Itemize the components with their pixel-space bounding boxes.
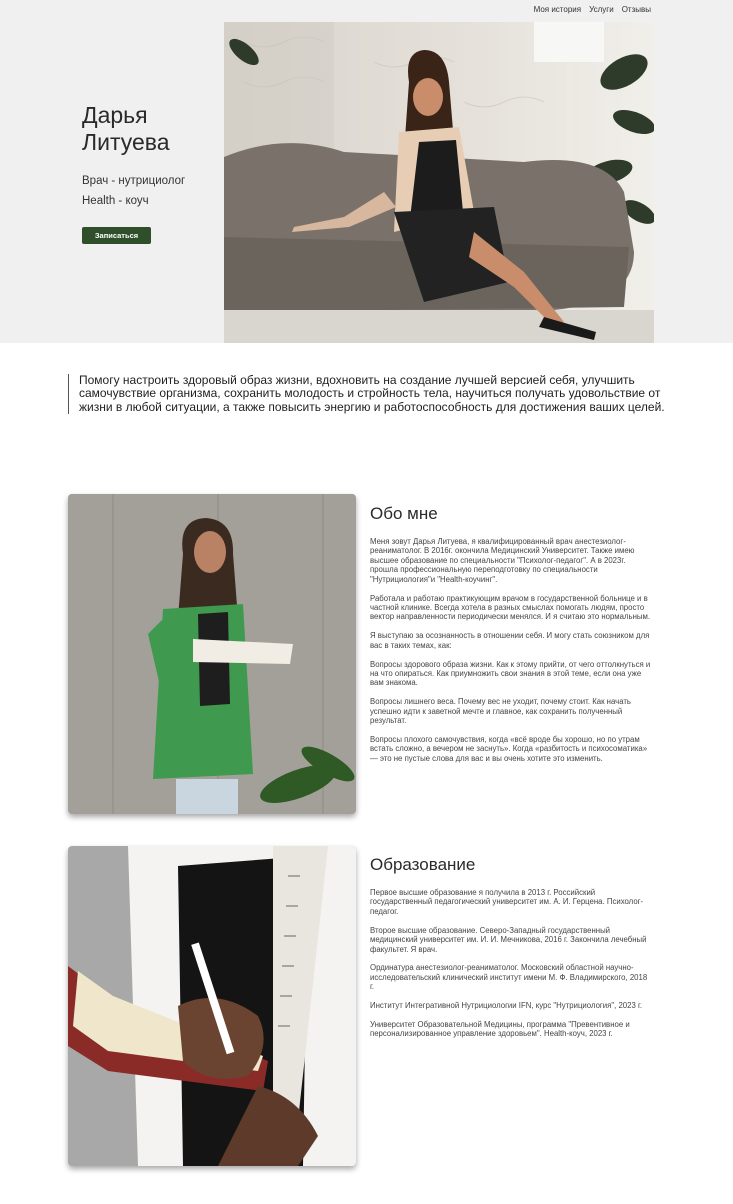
hero-photo <box>224 22 654 343</box>
mission-quote: Помогу настроить здоровый образ жизни, в… <box>68 373 679 415</box>
about-text: Меня зовут Дарья Литуева, я квалифициров… <box>370 537 652 773</box>
hero-role-coach: Health - коуч <box>82 195 149 207</box>
hero-role-nutritionist: Врач - нутрициолог <box>82 175 186 187</box>
education-photo <box>68 846 356 1166</box>
nav-link-reviews[interactable]: Отзывы <box>622 5 651 14</box>
nav-link-services[interactable]: Услуги <box>589 5 614 14</box>
nav-link-my-story[interactable]: Моя история <box>534 5 582 14</box>
about-title: Обо мне <box>370 504 438 523</box>
education-paragraph: Институт Интегративной Нутрициологии IFN… <box>370 1001 643 1011</box>
about-paragraph: Вопросы плохого самочувствия, когда «всё… <box>370 735 648 763</box>
about-photo <box>68 494 356 814</box>
about-paragraph: Вопросы здорового образа жизни. Как к эт… <box>370 659 651 688</box>
hero-name-first: Дарья <box>82 102 148 128</box>
hero-name: Дарья Литуева <box>82 102 170 156</box>
about-paragraph: Работала и работаю практикующим врачом в… <box>370 593 651 622</box>
education-paragraph: Ординатура анестезиолог-реаниматолог. Мо… <box>370 963 648 992</box>
about-paragraph: Вопросы лишнего веса. Почему вес не уход… <box>370 697 631 726</box>
about-paragraph: Меня зовут Дарья Литуева, я квалифициров… <box>370 537 635 584</box>
education-paragraph: Университет Образовательной Медицины, пр… <box>370 1020 630 1039</box>
education-paragraph: Первое высшие образование я получила в 2… <box>370 888 644 916</box>
book-button[interactable]: Записаться <box>82 227 151 244</box>
about-paragraph: Я выступаю за осознанность в отношении с… <box>370 631 650 650</box>
hero-name-last: Литуева <box>82 129 170 155</box>
education-text: Первое высшие образование я получила в 2… <box>370 888 652 1048</box>
education-paragraph: Второе высшие образование. Северо-Западн… <box>370 925 647 954</box>
top-nav: Моя история Услуги Отзывы <box>534 5 651 14</box>
education-title: Образование <box>370 855 476 874</box>
